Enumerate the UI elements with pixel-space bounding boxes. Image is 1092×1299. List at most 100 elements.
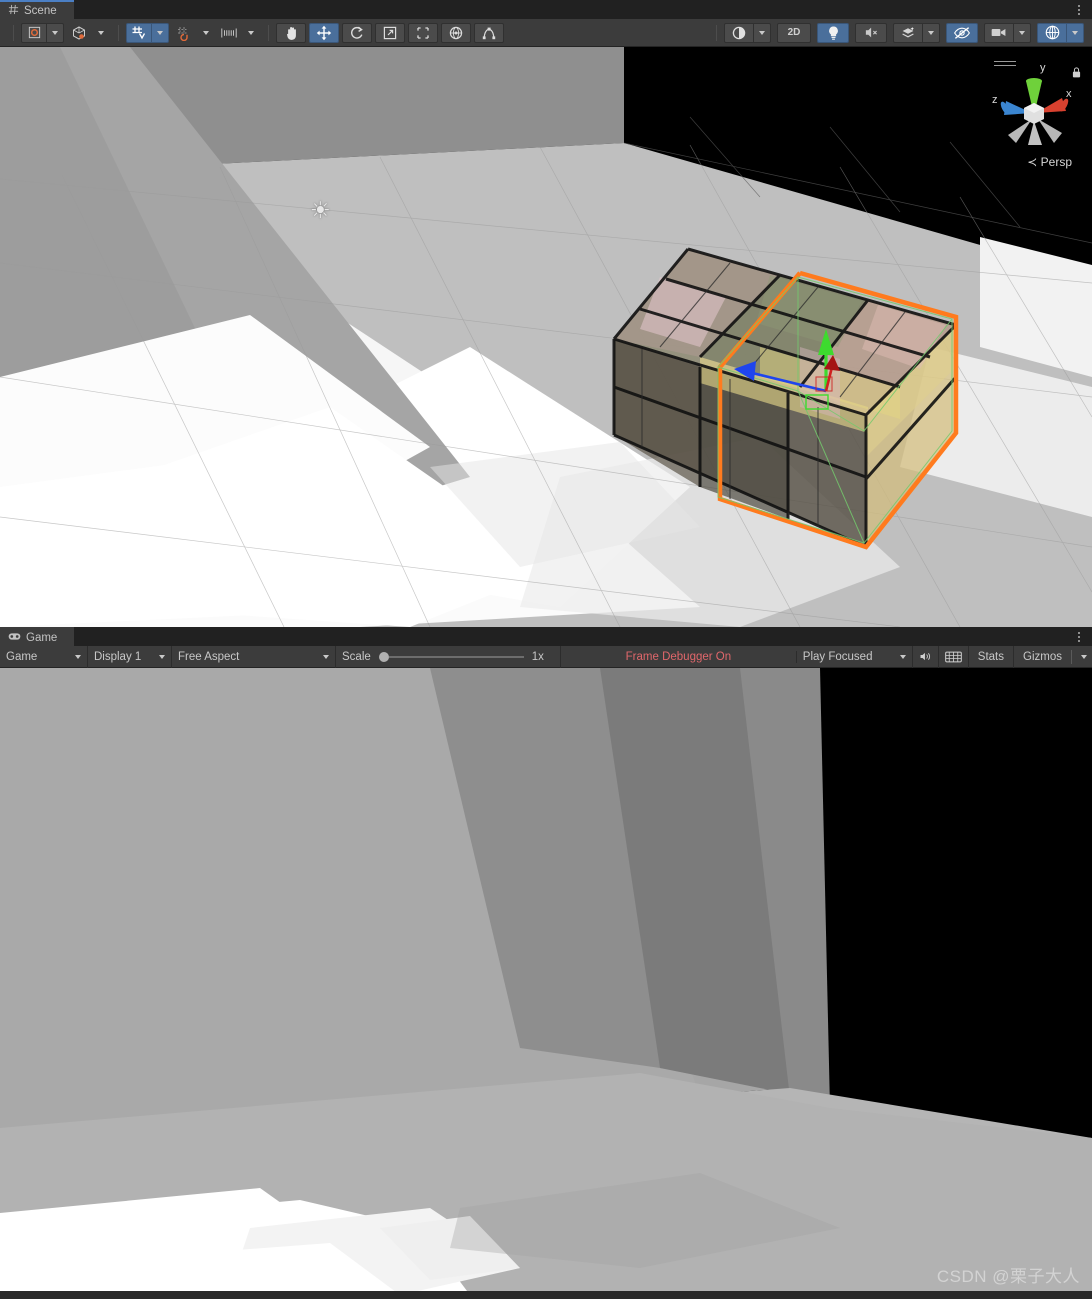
toolbar-divider (13, 24, 14, 41)
tab-scene[interactable]: Scene (0, 0, 74, 19)
chevron-down-icon (759, 30, 765, 35)
gizmos-label: Gizmos (1023, 650, 1062, 663)
scale-slider-group[interactable]: Scale 1x (336, 645, 561, 668)
csdn-watermark: CSDN @栗子大人 (936, 1267, 1080, 1286)
axis-label-y: y (1040, 62, 1046, 74)
chevron-down-icon (157, 30, 163, 35)
scale-slider-knob[interactable] (378, 651, 389, 662)
gizmos-button[interactable]: Gizmos (1014, 646, 1092, 668)
mute-audio-button[interactable] (913, 645, 939, 668)
aspect-ratio-dropdown[interactable]: Free Aspect (172, 645, 336, 668)
fx-effects-dropdown[interactable] (923, 22, 940, 43)
gamepad-icon (8, 632, 21, 644)
pivot-center-icon (28, 26, 40, 39)
handle-space-dropdown[interactable] (92, 23, 109, 43)
chevron-down-icon (97, 30, 104, 35)
axis-label-z: z (992, 94, 998, 106)
scene-lighting-button[interactable] (817, 22, 849, 43)
stats-label: Stats (977, 650, 1005, 663)
surface-snapping-dropdown[interactable] (197, 23, 214, 43)
scene-toolbar: 2D (0, 19, 1092, 47)
chevron-down-icon[interactable] (1081, 654, 1087, 659)
grid-size-dropdown[interactable] (242, 23, 259, 43)
fx-effects-button[interactable] (893, 22, 923, 43)
rotate-tool-button[interactable] (342, 22, 372, 43)
stats-grid-button[interactable] (939, 645, 969, 668)
scene-audio-button[interactable] (855, 22, 887, 43)
rect-tool-button[interactable] (408, 22, 438, 43)
axis-label-x: x (1066, 88, 1072, 100)
tab-game-label: Game (26, 631, 58, 644)
hamburger-icon[interactable] (994, 61, 1016, 69)
custom-tool-button[interactable] (474, 22, 504, 43)
scale-slider[interactable] (378, 651, 524, 662)
toolbar-divider-2 (118, 24, 119, 41)
transform-tool-button[interactable] (441, 22, 471, 43)
camera-icon (991, 28, 1006, 37)
2d-toggle-button[interactable]: 2D (777, 22, 811, 43)
scale-slider-rail[interactable] (388, 655, 524, 658)
camera-settings-dropdown[interactable] (1014, 22, 1031, 43)
display-label: Display 1 (94, 650, 142, 663)
surface-snapping-button[interactable] (171, 23, 197, 43)
aspect-ratio-label: Free Aspect (178, 650, 240, 663)
draw-mode-dropdown[interactable] (754, 22, 771, 43)
handle-space-button[interactable] (66, 23, 92, 43)
chevron-down-icon (75, 654, 81, 659)
scene-render (0, 47, 1092, 627)
game-viewport[interactable]: CSDN @栗子大人 (0, 668, 1092, 1295)
lightbulb-icon (828, 26, 838, 40)
scale-tool-button[interactable] (375, 22, 405, 43)
padlock-icon[interactable] (1072, 67, 1081, 78)
play-mode-dropdown[interactable]: Play Focused (797, 645, 913, 668)
move-tool-button[interactable] (309, 22, 339, 43)
projection-label[interactable]: ≺ Persp (1027, 155, 1072, 169)
gizmos-divider (1071, 649, 1072, 664)
scale-label: Scale (342, 650, 371, 663)
hand-tool-button[interactable] (276, 22, 306, 43)
scale-value: 1x (531, 650, 544, 663)
game-toolbar: Game Display 1 Free Aspect Scale 1x Fram… (0, 645, 1092, 668)
chevron-down-icon (899, 654, 906, 659)
stats-toggle-button[interactable]: Stats (969, 645, 1015, 668)
chevron-down-icon (928, 30, 934, 35)
scale-icon (383, 26, 397, 39)
grid-snapping-button[interactable] (126, 22, 152, 43)
chevron-down-icon (1019, 30, 1025, 35)
rect-transform-icon (417, 26, 429, 39)
scene-viewport[interactable]: ☀ y x z ≺ Persp (0, 47, 1092, 627)
target-display-dropdown[interactable]: Game (0, 645, 88, 668)
stats-grid-icon (944, 651, 962, 662)
display-dropdown[interactable]: Display 1 (88, 645, 172, 668)
shading-mode-icon (732, 26, 746, 39)
gizmo-globe-icon (1045, 25, 1059, 40)
camera-settings-button[interactable] (984, 22, 1014, 43)
grid-snapping-dropdown[interactable] (152, 22, 169, 43)
play-mode-label: Play Focused (802, 650, 873, 663)
scene-visibility-button[interactable] (946, 22, 978, 43)
game-tabbar: Game (0, 627, 1092, 646)
game-overflow-menu[interactable] (1072, 629, 1086, 644)
directional-light-sun-icon[interactable]: ☀ (310, 199, 331, 222)
toolbar-divider-4 (716, 24, 717, 41)
scene-tabbar: Scene (0, 0, 1092, 19)
tab-scene-label: Scene (24, 4, 57, 17)
gizmos-toggle-button[interactable] (1037, 22, 1067, 43)
tab-game[interactable]: Game (0, 627, 74, 646)
chevron-down-icon (159, 654, 165, 659)
pivot-mode-button[interactable] (21, 22, 47, 43)
grid-size-button[interactable] (216, 23, 242, 43)
gizmos-toggle-dropdown[interactable] (1067, 22, 1084, 43)
audio-mute-icon (865, 27, 877, 38)
move-icon (316, 25, 332, 40)
hand-icon (286, 26, 296, 40)
pivot-mode-dropdown[interactable] (47, 22, 64, 43)
scene-overflow-menu[interactable] (1072, 2, 1086, 17)
chevron-down-icon (247, 30, 254, 35)
scene-orientation-gizmo[interactable]: y x z ≺ Persp (982, 53, 1086, 169)
custom-editor-icon (482, 27, 496, 39)
target-display-label: Game (6, 650, 38, 663)
global-local-icon (73, 25, 85, 40)
speaker-icon (920, 652, 930, 661)
draw-mode-button[interactable] (724, 22, 754, 43)
